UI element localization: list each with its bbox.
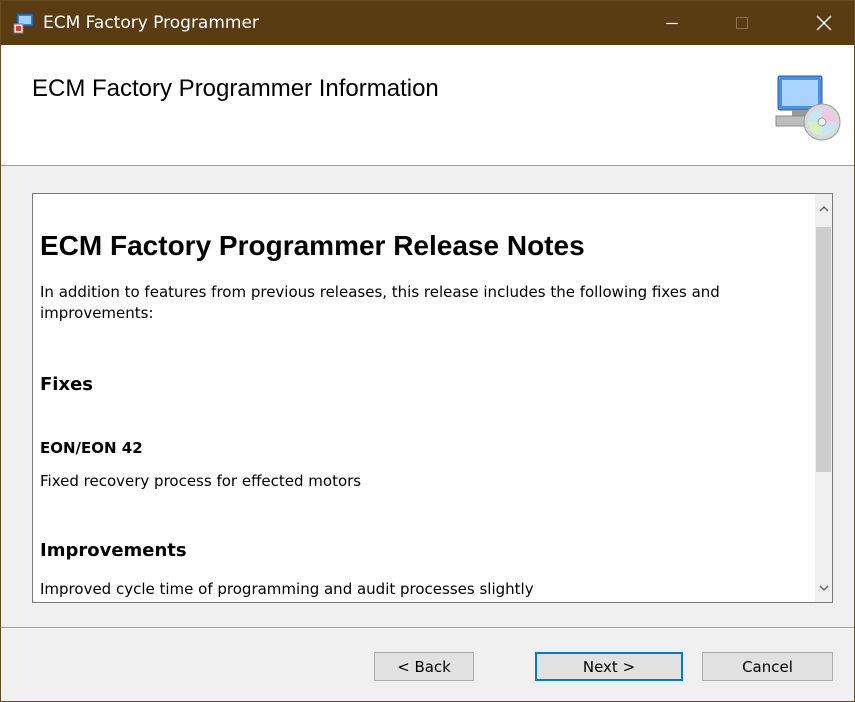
footer-divider [1,627,854,629]
maximize-button [719,1,765,45]
page-title: ECM Factory Programmer Information [32,75,439,102]
title-bar[interactable]: ECM Factory Programmer [1,1,854,45]
wizard-header: ECM Factory Programmer Information [1,45,854,166]
next-button[interactable]: Next > [535,652,683,681]
minimize-button[interactable] [649,1,695,45]
release-notes-intro: In addition to features from previous re… [40,283,720,322]
computer-cd-icon [772,72,844,144]
chevron-down-icon [819,585,828,591]
cancel-button[interactable]: Cancel [702,652,833,681]
back-button[interactable]: < Back [374,652,474,681]
scroll-down-button[interactable] [815,574,832,602]
release-notes-heading: ECM Factory Programmer Release Notes [40,230,585,261]
scroll-up-button[interactable] [815,194,832,222]
fix-subheading: EON/EON 42 [40,439,143,457]
release-notes-panel[interactable]: ECM Factory Programmer Release Notes In … [32,193,833,603]
improvements-heading: Improvements [40,540,187,561]
fixes-heading: Fixes [40,374,93,395]
release-notes-content: ECM Factory Programmer Release Notes In … [37,194,817,602]
chevron-up-icon [819,205,828,211]
scroll-thumb[interactable] [816,227,831,472]
window-title: ECM Factory Programmer [43,13,259,33]
minimize-icon [666,22,678,25]
vertical-scrollbar[interactable] [815,194,832,602]
close-button[interactable] [801,1,847,45]
fix-item: Fixed recovery process for effected moto… [40,472,362,490]
installer-app-icon [13,12,35,34]
close-icon [816,15,832,31]
improvement-item: Improved cycle time of programming and a… [40,580,534,598]
maximize-icon [736,17,748,29]
installer-window: ECM Factory Programmer ECM Factory Progr… [0,0,855,702]
